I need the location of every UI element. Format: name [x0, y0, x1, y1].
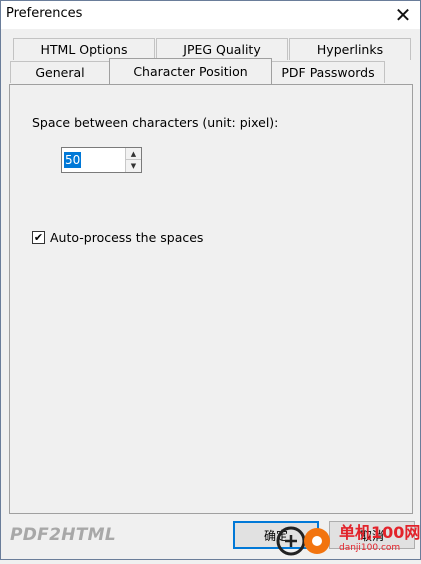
ok-button-label: 确定	[263, 528, 288, 543]
tab-label: JPEG Quality	[183, 42, 261, 57]
spacing-value[interactable]: 50	[64, 152, 82, 168]
spin-down-icon[interactable]: ▼	[126, 160, 141, 172]
tab-label: General	[35, 65, 85, 80]
spinner-arrows: ▲ ▼	[125, 148, 141, 172]
tab-label: Hyperlinks	[316, 42, 384, 57]
spacing-label: Space between characters (unit: pixel):	[32, 115, 279, 130]
tab-character-position[interactable]: Character Position	[109, 58, 272, 84]
tab-label: HTML Options	[40, 42, 128, 57]
cancel-button[interactable]: 取消	[329, 521, 415, 549]
tab-pdf-passwords[interactable]: PDF Passwords	[271, 61, 385, 83]
brand-logo-text: PDF2HTML	[10, 525, 116, 545]
tab-jpeg-quality[interactable]: JPEG Quality	[156, 38, 288, 60]
tab-html-options[interactable]: HTML Options	[13, 38, 155, 60]
window-title: Preferences	[6, 6, 83, 21]
title-bar[interactable]: Preferences ✕	[1, 1, 420, 29]
cancel-button-label: 取消	[359, 528, 384, 543]
tab-label: PDF Passwords	[281, 65, 375, 80]
auto-process-label[interactable]: Auto-process the spaces	[50, 230, 203, 245]
spin-up-icon[interactable]: ▲	[126, 148, 141, 160]
close-icon[interactable]: ✕	[386, 1, 420, 29]
preferences-window: Preferences ✕ HTML Options JPEG Quality …	[0, 0, 421, 560]
spacing-spinbox[interactable]: 50 ▲ ▼	[61, 147, 142, 173]
ok-button[interactable]: 确定	[233, 521, 319, 549]
tab-general[interactable]: General	[10, 61, 110, 83]
auto-process-checkbox[interactable]: ✔	[32, 231, 45, 244]
tab-hyperlinks[interactable]: Hyperlinks	[289, 38, 411, 60]
tab-label: Character Position	[133, 64, 248, 79]
